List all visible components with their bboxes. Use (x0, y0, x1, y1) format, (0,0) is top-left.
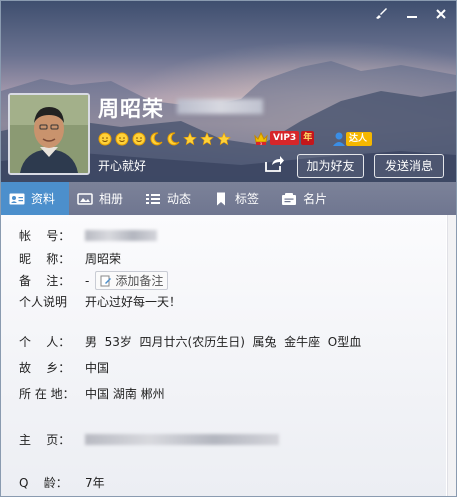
remark-label: 备 注： (19, 274, 71, 288)
list-icon (146, 193, 161, 204)
tab-bar: 资料 相册 动态 标签 名片 (1, 182, 456, 215)
account-label: 帐 号： (19, 229, 71, 243)
add-friend-button[interactable]: 加为好友 (297, 154, 364, 178)
add-remark-button[interactable]: 添加备注 (95, 271, 169, 290)
id-card-icon (9, 193, 25, 204)
personal-value: 男 53岁 四月廿六(农历生日) 属兔 金牛座 O型血 (85, 335, 362, 349)
bio-row: 个人说明 开心过好每一天！ (19, 293, 181, 310)
tab-tags[interactable]: 标签 (205, 182, 273, 215)
personal-label: 个 人： (19, 335, 71, 349)
minimize-icon[interactable] (402, 5, 422, 25)
remark-value: - (85, 273, 90, 288)
sun-level-icon (132, 132, 146, 146)
vertical-scrollbar[interactable] (447, 215, 456, 496)
location-row: 所 在 地： 中国 湖南 郴州 (19, 385, 165, 402)
nickname-row: 昵 称： 周昭荣 (19, 250, 121, 267)
hometown-label: 故 乡： (19, 361, 71, 375)
location-value: 中国 湖南 郴州 (85, 387, 165, 401)
homepage-label: 主 页： (19, 433, 71, 447)
close-icon[interactable] (431, 5, 451, 25)
tab-profile[interactable]: 资料 (1, 182, 70, 215)
tab-feed[interactable]: 动态 (137, 182, 205, 215)
sun-level-icon (98, 132, 112, 146)
tab-label: 相册 (99, 192, 124, 206)
vip-crown-icon: 3 (254, 131, 268, 146)
vip-year-label: 年 (301, 131, 315, 145)
star-level-icon (200, 132, 214, 146)
moon-level-icon (150, 132, 163, 146)
location-label: 所 在 地： (19, 387, 75, 401)
tab-label: 资料 (31, 192, 56, 206)
qage-label: Q 龄： (19, 476, 68, 490)
vip-level-number: 3 (260, 142, 262, 146)
profile-name: 周昭荣 (98, 97, 164, 121)
account-row: 帐 号： (19, 227, 157, 244)
account-number-blurred (177, 99, 263, 114)
nickname-value: 周昭荣 (85, 252, 122, 266)
tab-label: 动态 (167, 192, 192, 206)
bookmark-icon (217, 192, 226, 205)
qage-value: 7年 (85, 476, 105, 490)
daren-badge[interactable]: 达人 (332, 131, 373, 147)
bio-label: 个人说明 (19, 295, 68, 309)
vip-badge[interactable]: 3 VIP3 年 (254, 130, 315, 146)
business-card-icon (282, 192, 297, 205)
signature-text: 开心就好 (98, 159, 147, 173)
qage-row: Q 龄： 7年 (19, 474, 105, 491)
tab-card[interactable]: 名片 (273, 182, 341, 215)
hometown-value: 中国 (85, 361, 110, 375)
tab-album[interactable]: 相册 (69, 182, 137, 215)
tab-label: 名片 (303, 192, 328, 206)
bio-value: 开心过好每一天！ (85, 295, 182, 309)
account-value-blurred (85, 230, 157, 241)
sun-level-icon (115, 132, 129, 146)
send-message-button[interactable]: 发送消息 (374, 154, 444, 178)
homepage-value-blurred[interactable] (85, 434, 279, 445)
avatar[interactable] (8, 93, 90, 175)
note-edit-icon (100, 275, 112, 286)
level-icons[interactable] (98, 131, 231, 147)
skin-brush-icon[interactable] (371, 5, 391, 25)
star-level-icon (183, 132, 197, 146)
homepage-row: 主 页： (19, 431, 279, 448)
share-icon[interactable] (263, 154, 285, 174)
add-remark-label: 添加备注 (115, 274, 164, 288)
personal-row: 个 人： 男 53岁 四月廿六(农历生日) 属兔 金牛座 O型血 (19, 333, 361, 350)
remark-row: 备 注： - 添加备注 (19, 271, 169, 290)
moon-level-icon (167, 132, 180, 146)
daren-person-icon (333, 132, 345, 146)
nickname-label: 昵 称： (19, 252, 71, 266)
tab-label: 标签 (235, 192, 260, 206)
profile-details: 帐 号： 昵 称： 周昭荣 备 注： - 添加备注 个人说明 开心过好每一天！ … (1, 215, 446, 496)
star-level-icon (217, 132, 231, 146)
profile-window: 周昭荣 3 VIP3 年 达人 开心就好 加为好友 发送消息 资料 相册 动态 … (0, 0, 457, 497)
daren-label: 达人 (346, 132, 373, 146)
album-icon (77, 192, 93, 205)
hometown-row: 故 乡： 中国 (19, 359, 109, 376)
profile-header: 周昭荣 3 VIP3 年 达人 开心就好 加为好友 发送消息 (1, 1, 456, 182)
vip-label: VIP3 (270, 131, 300, 145)
